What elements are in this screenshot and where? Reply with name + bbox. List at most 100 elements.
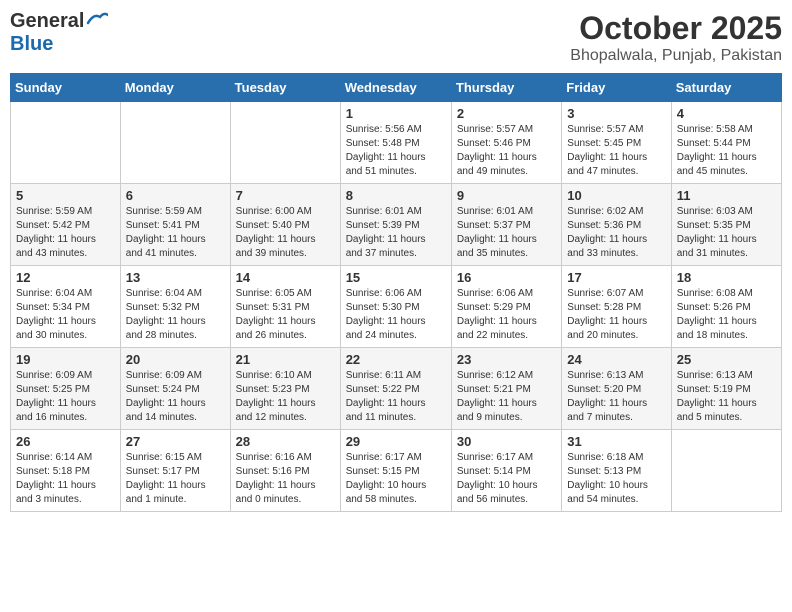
logo-container: General Blue: [10, 10, 108, 56]
calendar-cell: 9 Sunrise: 6:01 AM Sunset: 5:37 PM Daylig…: [451, 184, 561, 266]
day-info: Sunrise: 6:08 AM Sunset: 5:26 PM Dayligh…: [677, 287, 776, 343]
calendar-cell: 1 Sunrise: 5:56 AM Sunset: 5:48 PM Daylig…: [340, 102, 451, 184]
calendar-cell: 7Sunrise: 6:00 AM Sunset: 5:40 PM Daylig…: [230, 184, 340, 266]
calendar-week-row: 12 Sunrise: 6:04 AM Sunset: 5:34 PM Dayli…: [11, 266, 782, 348]
day-info: Sunrise: 6:01 AM Sunset: 5:39 PM Dayligh…: [346, 205, 446, 261]
day-info: Sunrise: 5:59 AM Sunset: 5:42 PM Dayligh…: [16, 205, 115, 261]
day-number: 16: [457, 270, 556, 285]
day-info: Sunrise: 6:07 AM Sunset: 5:28 PM Dayligh…: [567, 287, 665, 343]
day-info: Sunrise: 6:18 AM Sunset: 5:13 PM Dayligh…: [567, 451, 665, 507]
calendar-dow-thursday: Thursday: [451, 74, 561, 102]
day-info: Sunrise: 5:57 AM Sunset: 5:46 PM Dayligh…: [457, 123, 556, 179]
day-number: 2: [457, 106, 556, 121]
calendar-dow-sunday: Sunday: [11, 74, 121, 102]
calendar-cell: 3Sunrise: 5:57 AM Sunset: 5:45 PM Daylig…: [562, 102, 671, 184]
day-number: 30: [457, 434, 556, 449]
calendar-cell: 27 Sunrise: 6:15 AM Sunset: 5:17 PM Dayli…: [120, 430, 230, 512]
calendar-cell: 12 Sunrise: 6:04 AM Sunset: 5:34 PM Dayli…: [11, 266, 121, 348]
calendar-cell: 26Sunrise: 6:14 AM Sunset: 5:18 PM Dayli…: [11, 430, 121, 512]
day-number: 18: [677, 270, 776, 285]
logo: General Blue: [10, 10, 108, 56]
header: General Blue October 2025 Bhopalwala, Pu…: [10, 10, 782, 65]
day-number: 28: [236, 434, 335, 449]
calendar-cell: 15 Sunrise: 6:06 AM Sunset: 5:30 PM Dayli…: [340, 266, 451, 348]
day-number: 21: [236, 352, 335, 367]
day-number: 19: [16, 352, 115, 367]
calendar-title: October 2025: [570, 10, 782, 47]
calendar-cell: 19 Sunrise: 6:09 AM Sunset: 5:25 PM Dayli…: [11, 348, 121, 430]
day-number: 14: [236, 270, 335, 285]
day-number: 7: [236, 188, 335, 203]
calendar-cell: [120, 102, 230, 184]
day-info: Sunrise: 6:09 AM Sunset: 5:25 PM Dayligh…: [16, 369, 115, 425]
calendar-cell: 29Sunrise: 6:17 AM Sunset: 5:15 PM Dayli…: [340, 430, 451, 512]
calendar-dow-tuesday: Tuesday: [230, 74, 340, 102]
day-info: Sunrise: 6:16 AM Sunset: 5:16 PM Dayligh…: [236, 451, 335, 507]
day-number: 6: [126, 188, 225, 203]
calendar-cell: 28 Sunrise: 6:16 AM Sunset: 5:16 PM Dayli…: [230, 430, 340, 512]
calendar-cell: 13Sunrise: 6:04 AM Sunset: 5:32 PM Dayli…: [120, 266, 230, 348]
calendar-week-row: 5Sunrise: 5:59 AM Sunset: 5:42 PM Daylig…: [11, 184, 782, 266]
day-info: Sunrise: 6:01 AM Sunset: 5:37 PM Dayligh…: [457, 205, 556, 261]
calendar-dow-friday: Friday: [562, 74, 671, 102]
calendar-cell: 10 Sunrise: 6:02 AM Sunset: 5:36 PM Dayli…: [562, 184, 671, 266]
day-number: 8: [346, 188, 446, 203]
calendar-cell: 31 Sunrise: 6:18 AM Sunset: 5:13 PM Dayli…: [562, 430, 671, 512]
day-number: 31: [567, 434, 665, 449]
day-number: 24: [567, 352, 665, 367]
calendar-cell: 4Sunrise: 5:58 AM Sunset: 5:44 PM Daylig…: [671, 102, 781, 184]
calendar-cell: [11, 102, 121, 184]
calendar-cell: [230, 102, 340, 184]
day-number: 29: [346, 434, 446, 449]
calendar-cell: [671, 430, 781, 512]
day-info: Sunrise: 6:15 AM Sunset: 5:17 PM Dayligh…: [126, 451, 225, 507]
day-info: Sunrise: 6:11 AM Sunset: 5:22 PM Dayligh…: [346, 369, 446, 425]
calendar-cell: 23Sunrise: 6:12 AM Sunset: 5:21 PM Dayli…: [451, 348, 561, 430]
day-number: 20: [126, 352, 225, 367]
day-number: 10: [567, 188, 665, 203]
day-info: Sunrise: 6:04 AM Sunset: 5:34 PM Dayligh…: [16, 287, 115, 343]
day-info: Sunrise: 5:59 AM Sunset: 5:41 PM Dayligh…: [126, 205, 225, 261]
logo-bird-icon: [86, 11, 108, 32]
calendar-cell: 11 Sunrise: 6:03 AM Sunset: 5:35 PM Dayli…: [671, 184, 781, 266]
day-number: 3: [567, 106, 665, 121]
calendar-subtitle: Bhopalwala, Punjab, Pakistan: [570, 47, 782, 65]
day-info: Sunrise: 6:12 AM Sunset: 5:21 PM Dayligh…: [457, 369, 556, 425]
day-info: Sunrise: 5:56 AM Sunset: 5:48 PM Dayligh…: [346, 123, 446, 179]
day-number: 25: [677, 352, 776, 367]
calendar-dow-monday: Monday: [120, 74, 230, 102]
day-number: 12: [16, 270, 115, 285]
day-info: Sunrise: 5:58 AM Sunset: 5:44 PM Dayligh…: [677, 123, 776, 179]
day-info: Sunrise: 6:06 AM Sunset: 5:30 PM Dayligh…: [346, 287, 446, 343]
calendar-cell: 20 Sunrise: 6:09 AM Sunset: 5:24 PM Dayli…: [120, 348, 230, 430]
calendar-week-row: 1 Sunrise: 5:56 AM Sunset: 5:48 PM Daylig…: [11, 102, 782, 184]
day-number: 22: [346, 352, 446, 367]
day-info: Sunrise: 6:09 AM Sunset: 5:24 PM Dayligh…: [126, 369, 225, 425]
day-number: 27: [126, 434, 225, 449]
day-info: Sunrise: 6:10 AM Sunset: 5:23 PM Dayligh…: [236, 369, 335, 425]
day-number: 15: [346, 270, 446, 285]
calendar-cell: 22 Sunrise: 6:11 AM Sunset: 5:22 PM Dayli…: [340, 348, 451, 430]
day-number: 1: [346, 106, 446, 121]
calendar-cell: 8 Sunrise: 6:01 AM Sunset: 5:39 PM Daylig…: [340, 184, 451, 266]
day-number: 9: [457, 188, 556, 203]
day-number: 17: [567, 270, 665, 285]
logo-general: General: [10, 10, 84, 33]
calendar-cell: 2 Sunrise: 5:57 AM Sunset: 5:46 PM Daylig…: [451, 102, 561, 184]
calendar-cell: 18 Sunrise: 6:08 AM Sunset: 5:26 PM Dayli…: [671, 266, 781, 348]
day-number: 26: [16, 434, 115, 449]
day-info: Sunrise: 6:04 AM Sunset: 5:32 PM Dayligh…: [126, 287, 225, 343]
day-info: Sunrise: 6:03 AM Sunset: 5:35 PM Dayligh…: [677, 205, 776, 261]
calendar-cell: 24Sunrise: 6:13 AM Sunset: 5:20 PM Dayli…: [562, 348, 671, 430]
calendar-cell: 17 Sunrise: 6:07 AM Sunset: 5:28 PM Dayli…: [562, 266, 671, 348]
day-info: Sunrise: 6:13 AM Sunset: 5:19 PM Dayligh…: [677, 369, 776, 425]
calendar-dow-saturday: Saturday: [671, 74, 781, 102]
day-info: Sunrise: 6:02 AM Sunset: 5:36 PM Dayligh…: [567, 205, 665, 261]
calendar-week-row: 26Sunrise: 6:14 AM Sunset: 5:18 PM Dayli…: [11, 430, 782, 512]
calendar-week-row: 19 Sunrise: 6:09 AM Sunset: 5:25 PM Dayli…: [11, 348, 782, 430]
day-number: 11: [677, 188, 776, 203]
day-info: Sunrise: 6:17 AM Sunset: 5:14 PM Dayligh…: [457, 451, 556, 507]
calendar-cell: 25 Sunrise: 6:13 AM Sunset: 5:19 PM Dayli…: [671, 348, 781, 430]
day-info: Sunrise: 6:06 AM Sunset: 5:29 PM Dayligh…: [457, 287, 556, 343]
calendar-cell: 30 Sunrise: 6:17 AM Sunset: 5:14 PM Dayli…: [451, 430, 561, 512]
